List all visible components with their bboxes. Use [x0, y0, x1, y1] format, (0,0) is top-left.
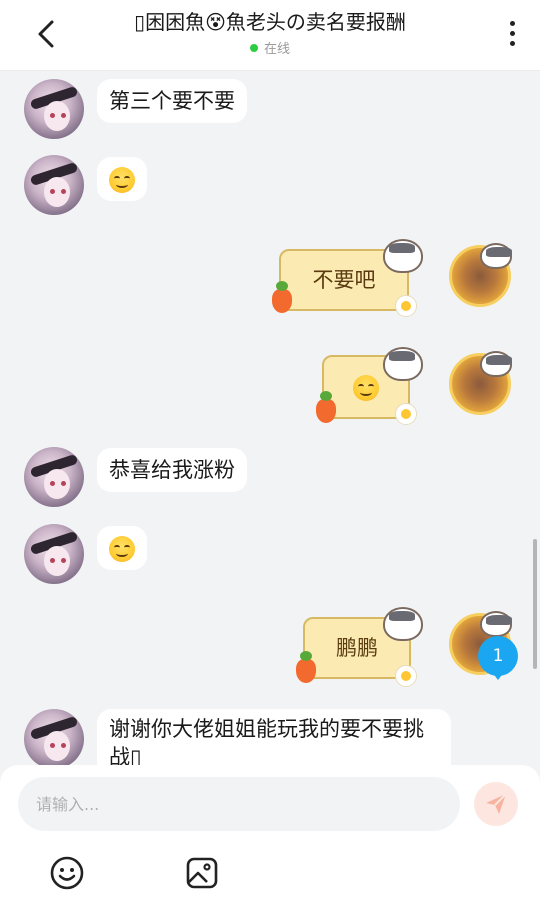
- egg-sticker-icon: [395, 665, 417, 687]
- emoji-message-bubble[interactable]: [97, 526, 147, 570]
- avatar-face: [44, 546, 70, 576]
- message-row-incoming: [0, 155, 540, 219]
- scrollbar[interactable]: [533, 539, 537, 669]
- avatar-face: [44, 101, 70, 131]
- contact-avatar[interactable]: [24, 524, 84, 584]
- message-row-outgoing: 不要吧: [0, 239, 540, 319]
- dot: [509, 41, 515, 46]
- carrot-sticker-icon: [316, 391, 336, 423]
- message-bubble[interactable]: 谢谢你大佬姐姐能玩我的要不要挑战▯: [97, 709, 451, 765]
- avatar-eye: [50, 558, 55, 563]
- egg-sticker-icon: [395, 295, 417, 317]
- contact-avatar[interactable]: [24, 155, 84, 215]
- message-list[interactable]: 第三个要不要 不要吧 恭喜给我涨粉 鹏鹏 谢谢你大佬姐姐能玩我的要不要挑战▯: [0, 71, 540, 765]
- composer: [0, 765, 540, 921]
- send-icon: [486, 793, 507, 814]
- cat-sticker-icon: [383, 239, 423, 273]
- avatar-face: [44, 731, 70, 761]
- message-row-incoming: [0, 524, 540, 588]
- message-row-incoming: 第三个要不要: [0, 79, 540, 143]
- contact-avatar[interactable]: [24, 79, 84, 139]
- cat-sticker-icon: [480, 351, 512, 377]
- avatar-eye: [61, 743, 66, 748]
- message-bubble[interactable]: 恭喜给我涨粉: [97, 448, 247, 492]
- online-dot: [249, 44, 258, 52]
- avatar-eye: [61, 558, 66, 563]
- emoji-button[interactable]: [47, 853, 87, 893]
- avatar-eye: [50, 743, 55, 748]
- chat-header: ▯困困魚😵魚老头の卖名要报酬 在线: [0, 0, 540, 71]
- message-row-outgoing: 鹏鹏: [0, 607, 540, 687]
- carrot-sticker-icon: [296, 651, 316, 683]
- image-icon: [186, 857, 218, 889]
- dot: [509, 21, 515, 26]
- avatar-eye: [50, 113, 55, 118]
- egg-sticker-icon: [395, 403, 417, 425]
- cat-sticker-icon: [383, 607, 423, 641]
- grinning-face-icon: [109, 167, 135, 193]
- avatar-eye: [61, 113, 66, 118]
- avatar-eye: [50, 189, 55, 194]
- smiling-face-icon: [109, 536, 135, 562]
- avatar-face: [44, 469, 70, 499]
- message-row-incoming: 谢谢你大佬姐姐能玩我的要不要挑战▯: [0, 709, 540, 765]
- emoji-message-bubble[interactable]: [97, 157, 147, 201]
- contact-avatar[interactable]: [24, 709, 84, 765]
- message-text: 不要吧: [312, 268, 376, 292]
- message-row-outgoing: [0, 347, 540, 427]
- cat-sticker-icon: [480, 611, 512, 637]
- more-options-button[interactable]: [502, 16, 522, 52]
- dot: [509, 31, 515, 36]
- avatar-eye: [61, 481, 66, 486]
- cat-sticker-icon: [480, 243, 512, 269]
- avatar-eye: [61, 189, 66, 194]
- avatar-face: [44, 177, 70, 207]
- online-status-label: 在线: [263, 42, 290, 57]
- smiling-face-icon: [353, 375, 379, 401]
- message-row-incoming: 恭喜给我涨粉: [0, 447, 540, 511]
- cat-sticker-icon: [383, 347, 423, 381]
- image-button[interactable]: [182, 853, 222, 893]
- carrot-sticker-icon: [272, 281, 292, 313]
- send-button[interactable]: [474, 782, 518, 826]
- avatar-eye: [50, 481, 55, 486]
- smiley-icon: [50, 856, 84, 890]
- contact-avatar[interactable]: [24, 447, 84, 507]
- new-message-badge[interactable]: 1: [478, 636, 518, 680]
- online-status: 在线: [0, 38, 540, 57]
- message-text: 鹏鹏: [336, 636, 378, 660]
- message-bubble[interactable]: 第三个要不要: [97, 79, 247, 123]
- message-input[interactable]: [18, 777, 460, 831]
- chat-title: ▯困困魚😵魚老头の卖名要报酬: [134, 10, 406, 34]
